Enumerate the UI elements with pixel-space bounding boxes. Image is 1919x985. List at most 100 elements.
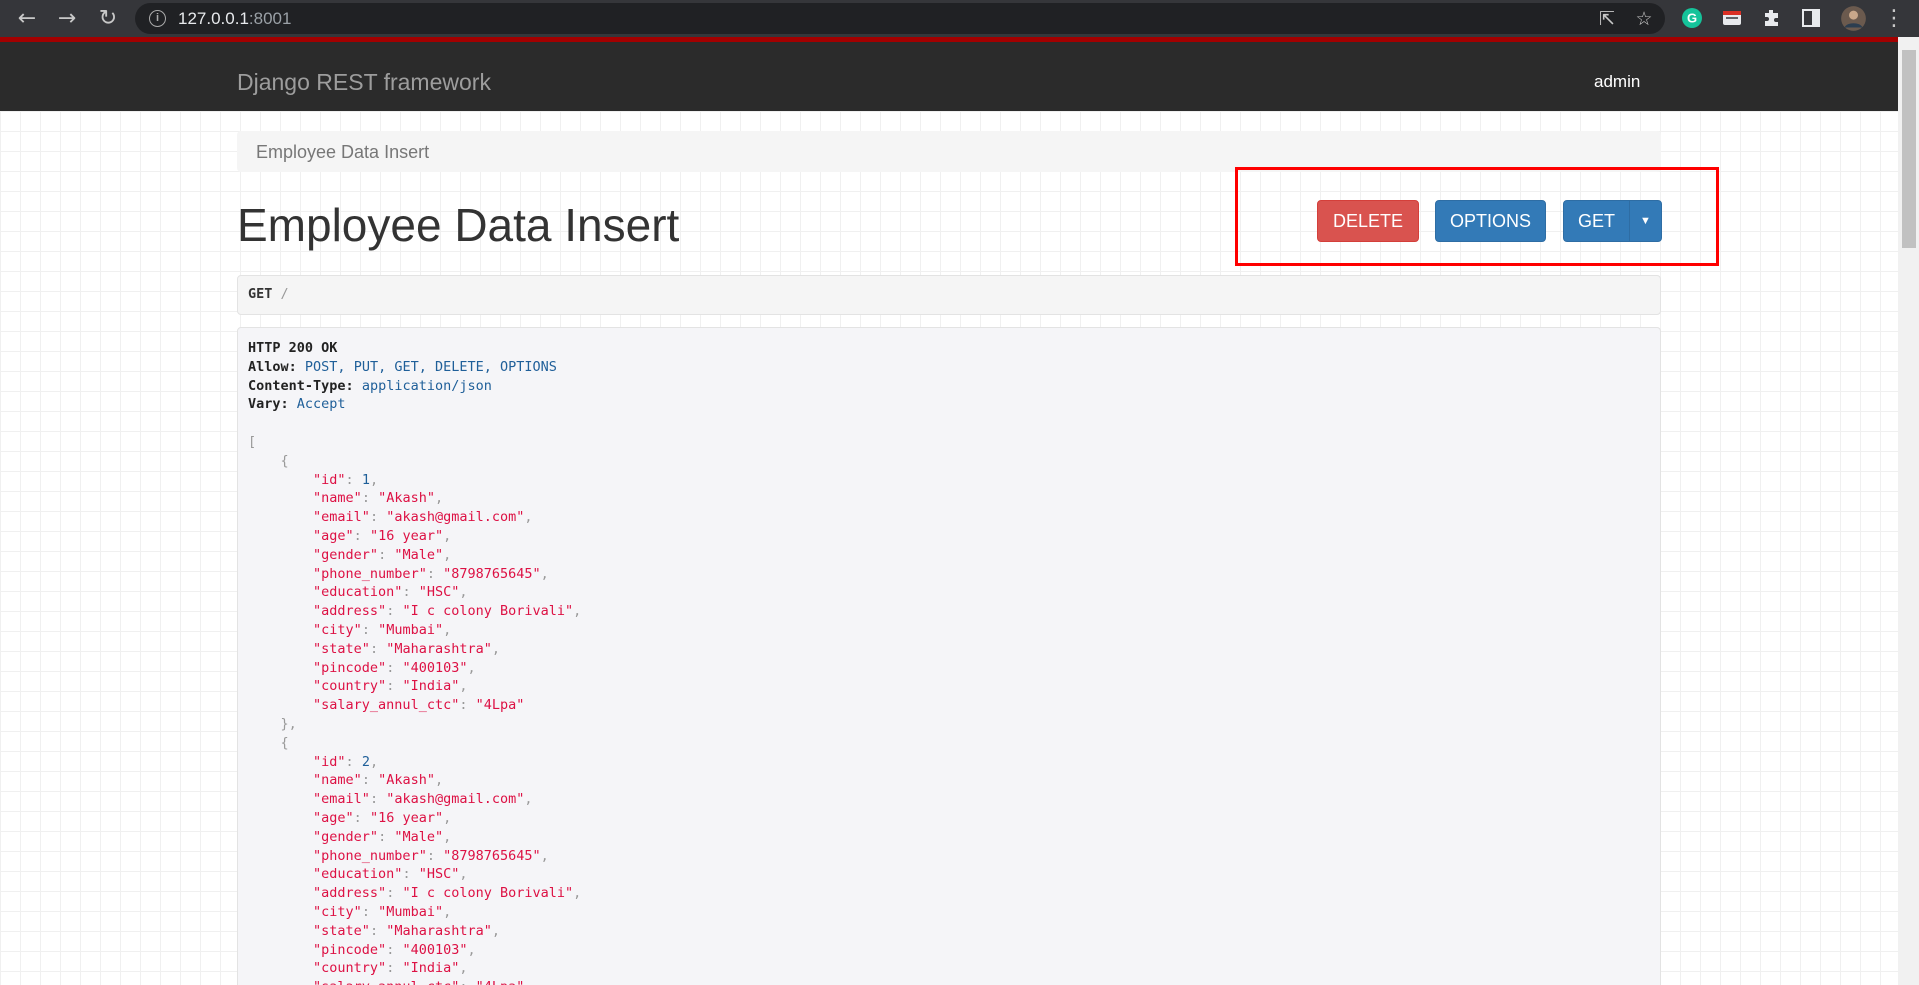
json-key: "phone_number" bbox=[313, 565, 427, 582]
get-format-dropdown[interactable]: ▼ bbox=[1629, 200, 1662, 242]
json-key: "id" bbox=[313, 471, 346, 488]
json-string: "Akash" bbox=[378, 490, 435, 507]
request-path: / bbox=[280, 286, 289, 302]
delete-button[interactable]: DELETE bbox=[1317, 200, 1419, 242]
json-punct: , bbox=[540, 565, 549, 582]
caret-down-icon: ▼ bbox=[1640, 215, 1651, 227]
get-button[interactable]: GET bbox=[1563, 200, 1630, 242]
browser-toolbar: ← → ↻ i 127.0.0.1:8001 ⇱ ☆ G ⋮ bbox=[0, 0, 1919, 37]
json-punct: , bbox=[369, 753, 379, 770]
response-header-value: POST, PUT, GET, DELETE, OPTIONS bbox=[304, 358, 557, 375]
browser-menu-icon[interactable]: ⋮ bbox=[1881, 6, 1907, 32]
bookmark-star-icon[interactable]: ☆ bbox=[1632, 7, 1656, 31]
json-string: "Akash" bbox=[378, 772, 435, 789]
json-punct: , bbox=[467, 941, 476, 958]
back-icon[interactable]: ← bbox=[14, 6, 40, 32]
breadcrumb-item[interactable]: Employee Data Insert bbox=[256, 142, 429, 163]
breadcrumb: Employee Data Insert bbox=[237, 131, 1661, 172]
json-key: "id" bbox=[313, 753, 346, 770]
json-punct: , bbox=[491, 640, 501, 657]
json-punct: , bbox=[467, 659, 476, 676]
json-string: "I c colony Borivali" bbox=[402, 885, 574, 902]
json-punct: : bbox=[402, 584, 419, 601]
json-string: "I c colony Borivali" bbox=[402, 603, 574, 620]
json-key: "state" bbox=[313, 922, 370, 939]
json-key: "city" bbox=[313, 903, 362, 920]
json-punct: , bbox=[524, 509, 533, 526]
json-key: "education" bbox=[313, 584, 403, 601]
json-string: "HSC" bbox=[418, 866, 460, 883]
json-punct: : bbox=[378, 828, 395, 845]
json-string: "India" bbox=[402, 960, 460, 977]
json-key: "name" bbox=[313, 772, 362, 789]
json-number: 1 bbox=[361, 471, 370, 488]
json-brace: }, bbox=[280, 715, 297, 732]
json-string: "Mumbai" bbox=[378, 903, 444, 920]
grammarly-extension-icon[interactable]: G bbox=[1680, 6, 1704, 30]
json-punct: : bbox=[369, 509, 387, 526]
request-info: GET / bbox=[237, 275, 1661, 315]
json-punct: : bbox=[402, 866, 419, 883]
json-key: "age" bbox=[313, 527, 354, 544]
json-key: "phone_number" bbox=[313, 847, 427, 864]
profile-avatar[interactable] bbox=[1840, 5, 1867, 32]
url-text[interactable]: 127.0.0.1:8001 bbox=[178, 9, 291, 29]
json-punct: : bbox=[361, 903, 379, 920]
json-string: "4Lpa" bbox=[475, 697, 525, 714]
user-menu[interactable]: admin bbox=[1594, 72, 1640, 92]
extensions-puzzle-icon[interactable] bbox=[1760, 6, 1784, 30]
reload-icon[interactable]: ↻ bbox=[95, 6, 121, 32]
json-string: "HSC" bbox=[418, 584, 460, 601]
svg-text:G: G bbox=[1687, 11, 1697, 26]
json-punct: : bbox=[386, 960, 403, 977]
response-status: HTTP 200 OK bbox=[248, 340, 338, 356]
json-punct: : bbox=[386, 659, 403, 676]
json-string: "4Lpa" bbox=[476, 979, 525, 985]
address-bar[interactable]: i 127.0.0.1:8001 ⇱ ☆ bbox=[135, 3, 1665, 34]
json-punct: , bbox=[443, 527, 452, 544]
json-punct: , bbox=[434, 490, 444, 507]
json-string: "8798765645" bbox=[443, 847, 541, 864]
json-punct: : bbox=[386, 678, 403, 695]
json-punct: : bbox=[361, 621, 379, 638]
side-panel-icon[interactable] bbox=[1799, 6, 1823, 30]
json-punct: , bbox=[459, 678, 468, 695]
json-string: "akash@gmail.com" bbox=[386, 509, 525, 526]
forward-icon[interactable]: → bbox=[54, 6, 80, 32]
json-string: "8798765645" bbox=[443, 565, 541, 582]
json-punct: , bbox=[443, 546, 452, 563]
options-button[interactable]: OPTIONS bbox=[1435, 200, 1546, 242]
json-punct: , bbox=[573, 885, 582, 902]
extension-window-icon[interactable] bbox=[1720, 6, 1744, 30]
json-punct: : bbox=[386, 941, 403, 958]
json-punct: , bbox=[443, 828, 452, 845]
json-key: "city" bbox=[313, 621, 362, 638]
json-punct: : bbox=[369, 791, 387, 808]
json-string: "Male" bbox=[394, 828, 444, 845]
scrollbar-thumb[interactable] bbox=[1902, 50, 1916, 248]
json-key: "education" bbox=[313, 866, 403, 883]
response-content: HTTP 200 OK Allow: POST, PUT, GET, DELET… bbox=[248, 339, 581, 985]
share-icon[interactable]: ⇱ bbox=[1595, 7, 1619, 31]
json-string: "India" bbox=[402, 678, 460, 695]
json-key: "country" bbox=[313, 678, 387, 695]
json-key: "email" bbox=[313, 509, 370, 526]
json-string: "Male" bbox=[394, 546, 444, 563]
json-punct: : bbox=[369, 640, 387, 657]
json-brace: { bbox=[280, 452, 289, 469]
response-header-key: Content-Type: bbox=[248, 377, 354, 394]
page-title: Employee Data Insert bbox=[237, 199, 680, 251]
json-punct: : bbox=[378, 546, 395, 563]
json-punct: , bbox=[443, 621, 452, 638]
json-string: "Maharashtra" bbox=[386, 640, 492, 657]
json-punct: : bbox=[426, 565, 444, 582]
site-info-icon[interactable]: i bbox=[149, 10, 166, 27]
json-punct: : bbox=[361, 772, 379, 789]
json-punct: , bbox=[540, 847, 549, 864]
response-header-value: application/json bbox=[361, 377, 492, 394]
json-punct: , bbox=[443, 903, 452, 920]
navbar-brand[interactable]: Django REST framework bbox=[237, 69, 491, 96]
json-punct: : bbox=[353, 809, 370, 826]
json-key: "country" bbox=[313, 960, 387, 977]
json-key: "salary_annul_ctc" bbox=[313, 979, 459, 985]
